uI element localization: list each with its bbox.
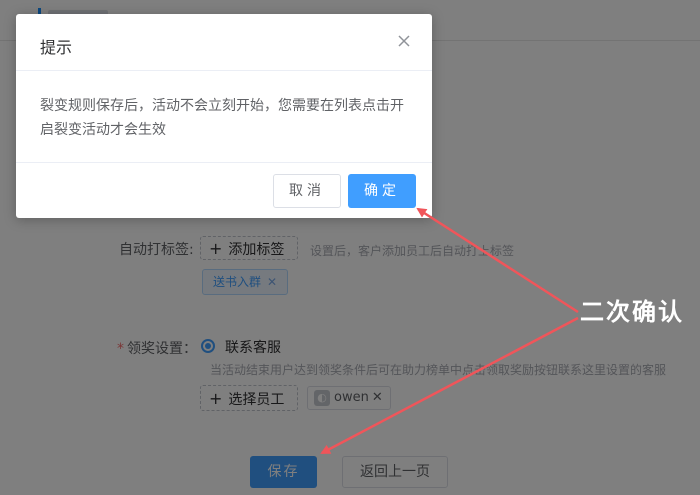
arrow-to-save [320, 316, 579, 455]
annotation-label: 二次确认 [580, 298, 684, 326]
annotation-arrows [320, 207, 579, 455]
arrow-to-confirm [416, 207, 579, 314]
